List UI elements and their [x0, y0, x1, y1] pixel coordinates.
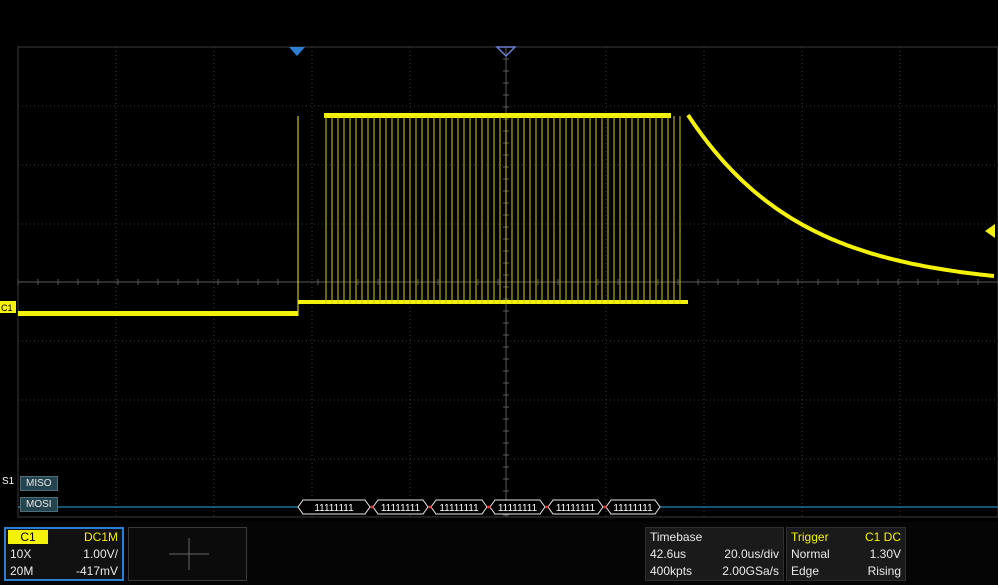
trigger-title: Trigger — [791, 530, 829, 544]
trace-decay-tail — [686, 113, 995, 278]
decode-separator — [370, 505, 374, 509]
decode-value: 11111111 — [439, 503, 479, 514]
waveform-display[interactable]: 11111111 11111111 11111111 11111111 11111111… — [0, 0, 998, 520]
probe-value: 10X — [10, 547, 32, 561]
trace-high-rail — [324, 113, 671, 118]
waveform-canvas: 11111111 11111111 11111111 11111111 11111111… — [0, 46, 998, 518]
coupling-value: DC1M — [83, 530, 118, 544]
bandwidth-value: 20M — [10, 564, 34, 578]
timebase-delay: 42.6us — [650, 547, 687, 561]
decode-value: 11111111 — [498, 503, 538, 514]
decode-separator — [428, 505, 432, 509]
bus-label: S1 — [2, 476, 15, 487]
empty-channel-panel[interactable] — [128, 527, 247, 581]
decode-frame: 11111111 — [370, 499, 429, 515]
decode-value: 11111111 — [556, 503, 596, 514]
vertical-scale-value: 1.00V/ — [83, 547, 118, 561]
timebase-panel[interactable]: Timebase 42.6us 20.0us/div 400kpts 2.00GSa… — [645, 527, 784, 581]
trigger-mode: Normal — [791, 547, 830, 561]
timebase-title: Timebase — [650, 530, 703, 544]
status-bar: C1 DC1M 10X 1.00V/ 20M -417mV Timebase 42.… — [0, 522, 998, 585]
memory-depth: 400kpts — [650, 564, 693, 578]
mosi-tag[interactable]: MOSI — [20, 497, 58, 512]
trigger-panel[interactable]: Trigger C1 DC Normal 1.30V Edge Rising — [786, 527, 906, 581]
decode-separator — [545, 505, 549, 509]
decode-frame: 11111111 — [428, 499, 488, 515]
decode-frame: 11111111 — [545, 499, 604, 515]
trigger-type: Edge — [791, 564, 820, 578]
decode-value: 11111111 — [381, 503, 421, 514]
decode-separator — [603, 505, 607, 509]
miso-tag[interactable]: MISO — [20, 476, 58, 491]
channel-1-panel[interactable]: C1 DC1M 10X 1.00V/ 20M -417mV — [4, 527, 124, 581]
trigger-level-marker[interactable] — [985, 224, 995, 238]
decode-frame: 11111111 — [603, 499, 661, 515]
channel-1-marker-label: C1 — [1, 303, 13, 313]
trigger-level: 1.30V — [869, 547, 901, 561]
add-channel-icon — [169, 538, 209, 570]
decode-value: 11111111 — [314, 503, 354, 514]
trace-low-segment — [18, 311, 298, 316]
sample-rate: 2.00GSa/s — [722, 564, 779, 578]
offset-value: -417mV — [75, 564, 118, 578]
decode-frame: 11111111 — [487, 499, 546, 515]
decode-value: 11111111 — [613, 503, 653, 514]
trigger-source: C1 DC — [864, 530, 901, 544]
decode-frame: 11111111 — [297, 499, 371, 515]
channel-1-trace — [18, 113, 995, 316]
decode-separator — [487, 505, 491, 509]
horizontal-position-marker[interactable] — [289, 47, 305, 56]
trigger-slope: Rising — [867, 564, 901, 578]
timebase-scale: 20.0us/div — [724, 547, 779, 561]
